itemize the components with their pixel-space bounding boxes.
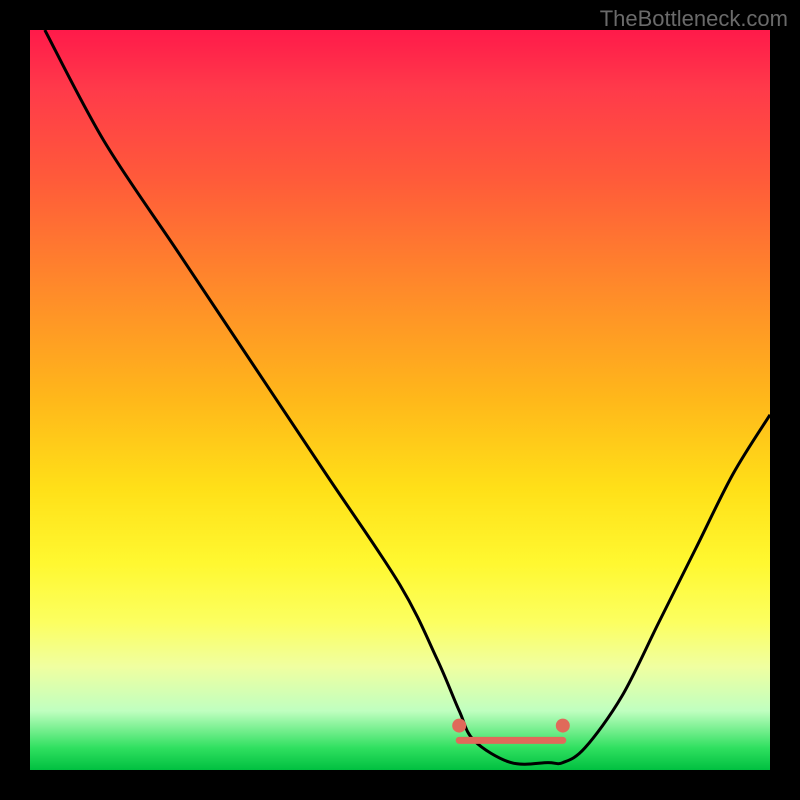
endpoint-dot (556, 719, 570, 733)
endpoint-dot (452, 719, 466, 733)
endpoint-dots (452, 719, 570, 733)
watermark-text: TheBottleneck.com (600, 6, 788, 32)
bottleneck-curve (45, 30, 770, 764)
chart-svg (30, 30, 770, 770)
chart-plot-area (30, 30, 770, 770)
